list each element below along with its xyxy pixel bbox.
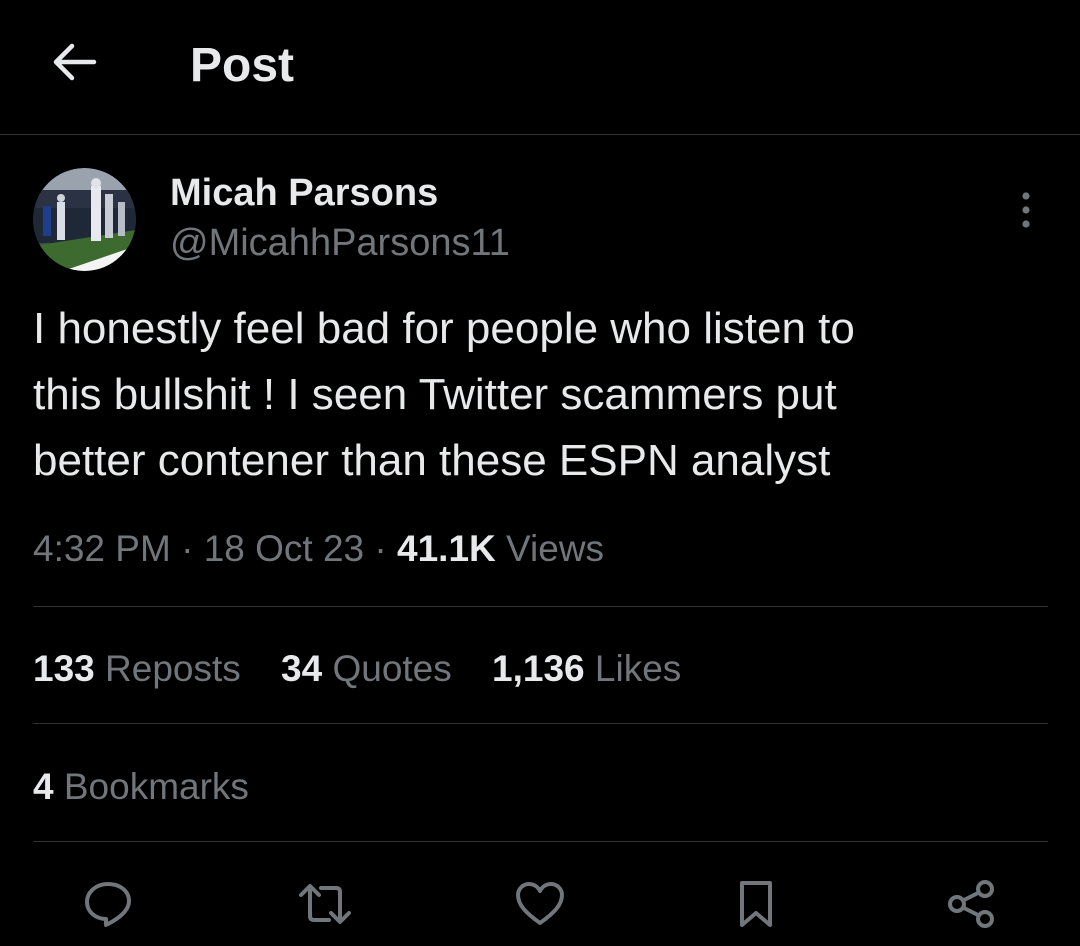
engagement-stats: 133 Reposts 34 Quotes 1,136 Likes <box>33 644 711 694</box>
quotes-label: Quotes <box>332 648 452 689</box>
avatar[interactable] <box>33 168 136 271</box>
quotes-count: 34 <box>281 648 323 689</box>
repost-button[interactable] <box>297 876 353 932</box>
reposts-stat[interactable]: 133 Reposts <box>33 644 241 694</box>
post-date: 18 Oct 23 <box>203 528 365 569</box>
repost-icon <box>299 884 351 924</box>
bookmarks-stat[interactable]: 4 Bookmarks <box>33 762 249 812</box>
arrow-left-icon <box>53 43 97 81</box>
reply-icon <box>85 882 131 927</box>
page-title: Post <box>190 39 295 92</box>
top-bar: Post <box>0 0 1080 135</box>
views-count: 41.1K <box>397 528 496 569</box>
divider <box>33 606 1048 607</box>
heart-icon <box>516 882 564 925</box>
bookmarks-count: 4 <box>33 766 54 807</box>
reposts-label: Reposts <box>105 648 241 689</box>
author-name[interactable]: Micah Parsons <box>170 170 438 216</box>
divider <box>33 723 1048 724</box>
post-time: 4:32 PM <box>33 528 171 569</box>
share-button[interactable] <box>943 876 999 932</box>
post-meta: 4:32 PM · 18 Oct 23 · 41.1K Views <box>33 524 604 574</box>
meta-separator: · <box>374 528 387 569</box>
bookmark-button[interactable] <box>728 876 784 932</box>
author-handle[interactable]: @MicahhParsons11 <box>170 220 510 266</box>
reposts-count: 133 <box>33 648 95 689</box>
likes-stat[interactable]: 1,136 Likes <box>492 644 681 694</box>
more-options-button[interactable] <box>1004 184 1048 236</box>
divider <box>33 841 1048 842</box>
reply-button[interactable] <box>80 876 136 932</box>
avatar-photo <box>33 168 136 271</box>
quotes-stat[interactable]: 34 Quotes <box>281 644 452 694</box>
more-vertical-icon <box>1022 192 1030 228</box>
meta-separator: · <box>181 528 194 569</box>
like-button[interactable] <box>512 876 568 932</box>
likes-count: 1,136 <box>492 648 585 689</box>
views-label: Views <box>506 528 605 569</box>
post-text: I honestly feel bad for people who liste… <box>33 304 855 485</box>
bookmark-icon <box>740 881 772 927</box>
likes-label: Likes <box>594 648 682 689</box>
back-button[interactable] <box>44 36 104 88</box>
bookmarks-label: Bookmarks <box>63 766 249 807</box>
share-icon <box>948 880 994 928</box>
